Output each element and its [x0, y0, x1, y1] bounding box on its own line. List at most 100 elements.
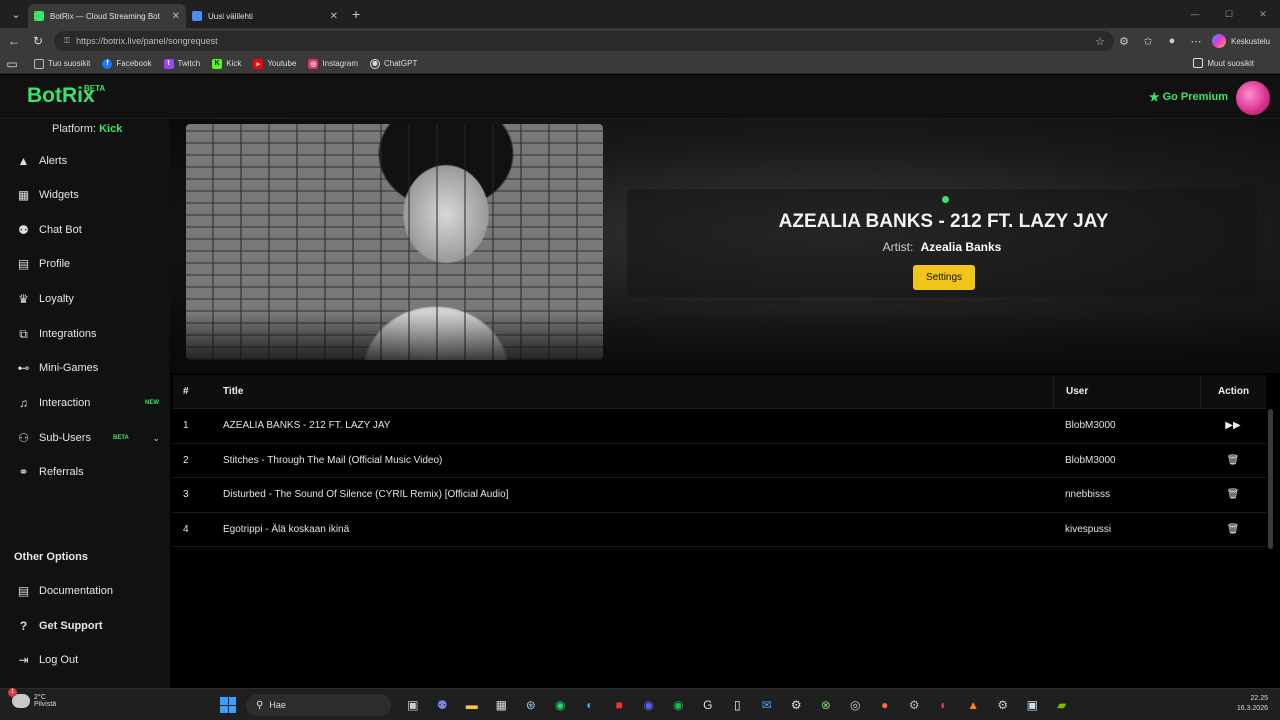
gear-app-icon[interactable]: ⚙ [900, 695, 930, 715]
notepad-icon[interactable]: ▯ [723, 695, 753, 715]
chevron-down-icon[interactable]: ⌄ [152, 433, 160, 444]
platform-value: Kick [99, 123, 123, 135]
trash-icon[interactable]: 🗑 [1227, 489, 1240, 500]
app-orange-icon[interactable]: ● [870, 695, 900, 715]
reload-icon[interactable]: ↻ [26, 34, 50, 48]
steam-icon[interactable]: ⊛ [516, 695, 546, 715]
settings-gear-icon[interactable]: ⚙ [782, 695, 812, 715]
favorites-icon[interactable]: ✩ [1136, 35, 1160, 48]
close-window-icon[interactable]: ✕ [1246, 9, 1280, 20]
obs-icon[interactable]: ◎ [841, 695, 871, 715]
youtube-icon: ▸ [253, 58, 264, 69]
app-tray-icon[interactable]: ⚙ [988, 695, 1018, 715]
botrix-logo[interactable]: BotRix BETA [27, 84, 105, 108]
favorite-star-icon[interactable]: ☆ [1088, 35, 1112, 48]
bookmark-twitch[interactable]: t Twitch [163, 58, 201, 69]
table-row: 1 AZEALIA BANKS - 212 FT. LAZY JAY BlobM… [173, 409, 1266, 444]
spotify-icon[interactable]: ◉ [664, 695, 694, 715]
close-tab-icon[interactable]: ✕ [330, 11, 338, 22]
xbox-icon[interactable]: ⊗ [811, 695, 841, 715]
sidebar-item-get-support[interactable]: ? Get Support [16, 615, 166, 637]
bookmark-chatgpt[interactable]: ✺ ChatGPT [369, 58, 417, 69]
task-view-icon[interactable]: ▣ [398, 695, 428, 715]
row-number: 3 [183, 489, 189, 501]
weather-widget[interactable]: 2°C Pilvistä [8, 688, 56, 708]
trash-icon[interactable]: 🗑 [1227, 455, 1240, 466]
other-bookmarks[interactable]: Muut suosikit [1193, 58, 1254, 68]
new-tab-button[interactable]: + [352, 6, 360, 22]
sidebar-item-chat-bot[interactable]: ⚉ Chat Bot [16, 219, 166, 241]
app-red-icon[interactable]: ◐ [929, 695, 959, 715]
beta-badge: BETA [113, 435, 129, 441]
warning-icon: ▲ [17, 154, 30, 168]
bookmark-import[interactable]: Tuo suosikit [34, 58, 90, 69]
url-field[interactable]: ⚿ https://botrix.live/panel/songrequest [54, 31, 1114, 51]
sidebar-item-integrations[interactable]: ⧉ Integrations [16, 323, 166, 345]
sidebar-item-alerts[interactable]: ▲ Alerts [16, 150, 166, 172]
trash-icon[interactable]: 🗑 [1227, 524, 1240, 535]
browser-tab-new[interactable]: Uusi välilehti ✕ [186, 4, 344, 28]
minimize-icon[interactable]: — [1178, 9, 1212, 19]
windows-start-icon[interactable] [220, 697, 236, 713]
video-player[interactable] [186, 124, 603, 360]
bookmark-youtube[interactable]: ▸ Youtube [253, 58, 296, 69]
queue-scrollbar[interactable] [1268, 409, 1273, 549]
now-playing-hero: AZEALIA BANKS - 212 FT. LAZY JAY Artist:… [170, 119, 1280, 373]
go-premium-button[interactable]: ★ Go Premium [1149, 90, 1228, 104]
maximize-icon[interactable]: ☐ [1212, 9, 1246, 20]
sidebar-item-profile[interactable]: ▤ Profile [16, 253, 166, 275]
system-clock[interactable]: 22.25 16.3.2026 [1237, 694, 1268, 714]
bookmark-label: Twitch [177, 59, 201, 68]
sidebar-item-referrals[interactable]: ⚭ Referrals [16, 461, 166, 483]
copilot-button[interactable]: Keskustelu [1212, 34, 1270, 48]
taskbar-apps: ▣ ⚉ ▬ ▦ ⊛ ◉ ◐ ■ ◉ ◉ G ▯ ✉ ⚙ ⊗ ◎ ● ⚙ ◐ ▲ … [398, 695, 1077, 715]
more-menu-icon[interactable]: ⋯ [1184, 35, 1208, 48]
skip-forward-icon[interactable]: ▶▶ [1225, 420, 1240, 431]
sidebar-item-sub-users[interactable]: ⚇ Sub-Users BETA ⌄ [16, 427, 166, 449]
row-title: Stitches - Through The Mail (Official Mu… [223, 454, 443, 466]
column-number: # [183, 386, 189, 397]
sidebar-item-label: Loyalty [39, 293, 74, 305]
app-window-icon[interactable]: ▣ [1018, 695, 1048, 715]
bookmark-facebook[interactable]: f Facebook [102, 58, 152, 69]
settings-button[interactable]: Settings [913, 265, 975, 290]
sidebar-item-widgets[interactable]: ▦ Widgets [16, 184, 166, 206]
sidebar-item-label: Get Support [39, 620, 103, 632]
temperature: 2°C [34, 694, 46, 701]
close-tab-icon[interactable]: ✕ [172, 11, 180, 22]
bookmarks-bar: ▭ Tuo suosikit f Facebook t Twitch K Kick ▸… [0, 54, 1280, 74]
profile-icon[interactable]: ● [1160, 35, 1184, 47]
edge-icon[interactable]: ◐ [575, 695, 605, 715]
table-row: 4 Egotrippi - Älä koskaan ikinä kivespus… [173, 513, 1266, 548]
row-action: 🗑 [1200, 513, 1266, 547]
bookmark-kick[interactable]: K Kick [212, 58, 241, 69]
row-user: kivespussi [1065, 524, 1112, 536]
sidebar-item-log-out[interactable]: ⇥ Log Out [16, 649, 166, 671]
artist-label: Artist: [882, 240, 914, 254]
mail-icon[interactable]: ✉ [752, 695, 782, 715]
vlc-icon[interactable]: ▲ [959, 695, 989, 715]
file-explorer-icon[interactable]: ▬ [457, 695, 487, 715]
sidebar-item-documentation[interactable]: ▤ Documentation [16, 580, 166, 602]
app-g-icon[interactable]: G [693, 695, 723, 715]
site-info-icon[interactable]: ⚿ [64, 36, 70, 46]
teams-icon[interactable]: ⚉ [428, 695, 458, 715]
sidebar-item-interaction[interactable]: ♫ Interaction NEW [16, 392, 166, 414]
bookmark-instagram[interactable]: ◎ Instagram [308, 58, 358, 69]
sidebar-toggle-icon[interactable]: ▭ [0, 57, 24, 71]
back-icon[interactable]: ← [2, 34, 26, 48]
twitch-icon: t [163, 58, 174, 69]
store-icon[interactable]: ▦ [487, 695, 517, 715]
whatsapp-icon[interactable]: ◉ [546, 695, 576, 715]
taskbar-search[interactable]: ⚲ Hae [246, 694, 391, 716]
sidebar-item-mini-games[interactable]: ⊷ Mini-Games [16, 357, 166, 379]
app-l-icon[interactable]: ■ [605, 695, 635, 715]
browser-tab-botrix[interactable]: BotRix — Cloud Streaming Bot ✕ [28, 4, 186, 28]
botrix-favicon-icon [34, 11, 44, 21]
tab-actions-chevron-icon[interactable]: ⌄ [4, 4, 28, 24]
avatar[interactable] [1236, 81, 1270, 115]
nvidia-icon[interactable]: ▰ [1047, 695, 1077, 715]
extensions-icon[interactable]: ⚙ [1112, 35, 1136, 48]
discord-icon[interactable]: ◉ [634, 695, 664, 715]
sidebar-item-loyalty[interactable]: ♛ Loyalty [16, 288, 166, 310]
